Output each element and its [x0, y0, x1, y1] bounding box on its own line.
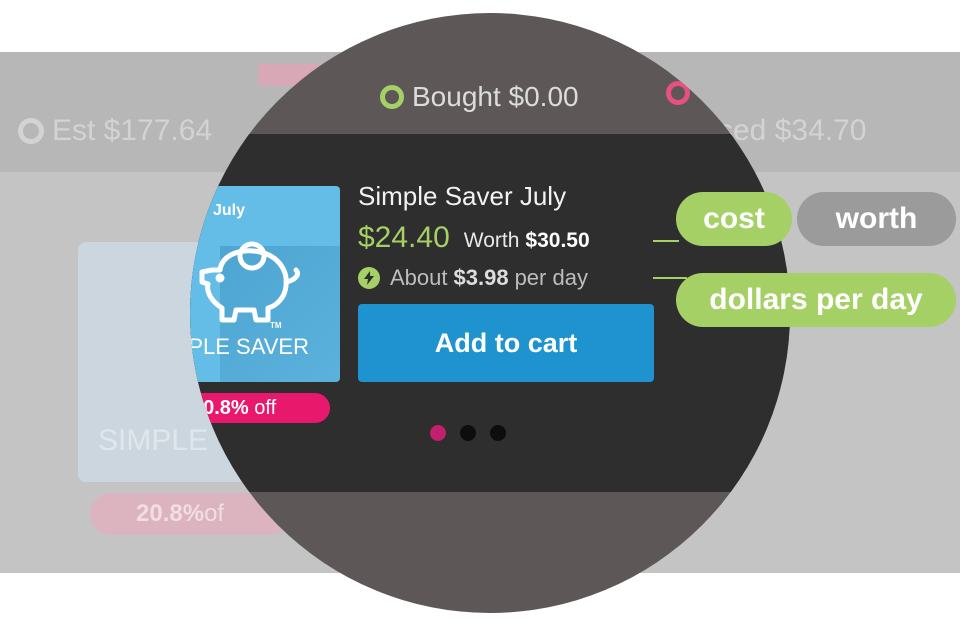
estimate-ring-icon — [18, 118, 44, 144]
piggy-bank-icon: TM — [199, 241, 300, 330]
product-name: Simple Saver July — [358, 181, 567, 211]
dollars-per-day-callout: dollars per day — [676, 273, 956, 327]
per-day-value: $3.98 — [453, 265, 509, 290]
items-stat-fragment: 4 — [259, 81, 275, 112]
lightning-icon — [358, 267, 380, 289]
bought-stat[interactable]: Bought $0.00 — [380, 81, 579, 113]
add-to-cart-button[interactable]: Add to cart — [358, 304, 654, 382]
bought-label: Bought $0.00 — [412, 81, 579, 112]
pagination-dot-2[interactable] — [460, 425, 476, 441]
tile-brand-text: MPLE SAVER — [190, 334, 309, 359]
discount-badge: 20.8% off — [190, 393, 330, 423]
tile-month: July — [213, 202, 246, 219]
worth-value: $30.50 — [525, 229, 590, 252]
product-image-tile[interactable]: July TM MPLE SAVER — [190, 186, 340, 382]
cost-leader-line — [653, 240, 679, 242]
per-day-prefix: About — [390, 265, 448, 290]
used-ring-icon — [666, 81, 690, 105]
product-price: $24.40 — [358, 221, 450, 254]
pagination-dot-1[interactable] — [430, 425, 446, 441]
pagination-dots — [430, 425, 520, 441]
svg-text:TM: TM — [270, 321, 282, 330]
bought-ring-icon — [380, 85, 404, 109]
worth-callout: worth — [797, 192, 956, 246]
worth-label: Worth — [463, 229, 520, 252]
items-stat: 4 — [259, 81, 275, 113]
used-stat-ring[interactable] — [666, 81, 698, 105]
per-day-suffix: per day — [514, 265, 588, 290]
per-day-leader-line — [653, 277, 687, 279]
price-row: $24.40 Worth $30.50 — [358, 221, 590, 255]
pagination-dot-3[interactable] — [490, 425, 506, 441]
cost-callout: cost — [676, 192, 792, 246]
per-day-row: About $3.98 per day — [358, 265, 588, 291]
estimate-stat: Est $177.64 — [18, 114, 212, 148]
